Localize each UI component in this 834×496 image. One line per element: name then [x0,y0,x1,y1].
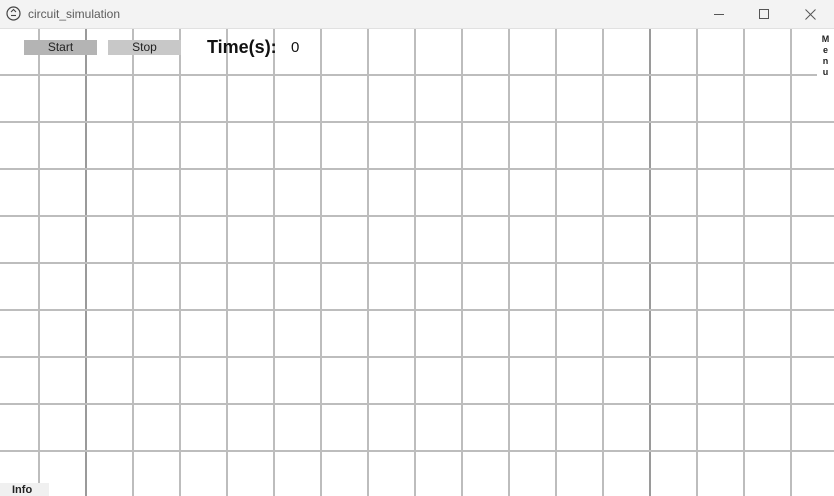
window-title: circuit_simulation [28,7,121,21]
info-button[interactable]: Info [0,483,49,496]
menu-label-letter: e [822,45,828,55]
app-icon [6,6,21,21]
close-button[interactable] [787,0,833,28]
time-label: Time(s): [207,37,277,57]
menu-button[interactable]: Menu [817,31,834,79]
maximize-icon [758,8,769,19]
start-button[interactable]: Start [24,40,97,55]
menu-label-letter: u [822,67,829,77]
minimize-button[interactable] [696,0,742,28]
minimize-icon [713,13,724,15]
time-value: 0 [291,39,300,56]
grid [0,29,834,496]
menu-label-letter: M [821,34,830,44]
title-bar: circuit_simulation [0,0,834,29]
simulation-canvas[interactable]: Start Stop Time(s): 0 Menu Info [0,29,834,496]
stop-button[interactable]: Stop [108,40,181,55]
maximize-button[interactable] [741,0,787,28]
menu-label-letter: n [822,56,829,66]
close-icon [804,8,816,20]
